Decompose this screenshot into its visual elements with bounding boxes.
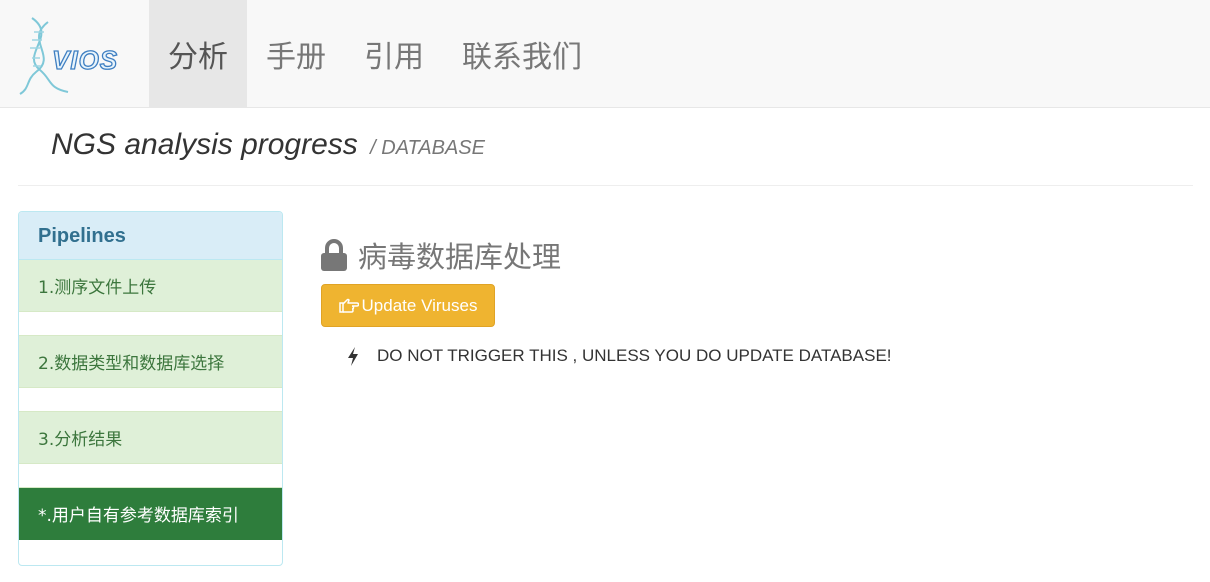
warning-text: DO NOT TRIGGER THIS , UNLESS YOU DO UPDA… xyxy=(377,346,892,365)
warning-message: DO NOT TRIGGER THIS , UNLESS YOU DO UPDA… xyxy=(346,346,892,366)
svg-text:VIOS: VIOS xyxy=(52,45,118,75)
nav-item-citation[interactable]: 引用 xyxy=(345,0,443,107)
pipelines-panel: Pipelines 1.测序文件上传 2.数据类型和数据库选择 3.分析结果 *… xyxy=(18,211,283,566)
hand-point-right-icon xyxy=(338,298,359,313)
step-data-type-selection[interactable]: 2.数据类型和数据库选择 xyxy=(19,336,282,388)
page-header: NGS analysis progress / DATABASE xyxy=(18,108,1193,186)
update-viruses-label: Update Viruses xyxy=(361,295,478,315)
step-spacer xyxy=(19,312,282,336)
main-nav: 分析 手册 引用 联系我们 xyxy=(149,0,601,107)
brand-logo[interactable]: VIOS xyxy=(18,14,134,96)
step-upload[interactable]: 1.测序文件上传 xyxy=(19,260,282,312)
section-title: 病毒数据库处理 xyxy=(320,234,561,276)
section-title-text: 病毒数据库处理 xyxy=(358,240,562,274)
nav-item-analysis[interactable]: 分析 xyxy=(149,0,247,107)
page-subtitle: / DATABASE xyxy=(370,137,485,159)
step-spacer xyxy=(19,464,282,488)
lock-icon xyxy=(321,239,347,271)
step-user-reference-index[interactable]: *.用户自有参考数据库索引 xyxy=(19,488,282,540)
nav-item-manual[interactable]: 手册 xyxy=(247,0,345,107)
page-title-text: NGS analysis progress xyxy=(51,128,358,161)
top-navbar: VIOS 分析 手册 引用 联系我们 xyxy=(0,0,1210,108)
dna-logo-icon: VIOS xyxy=(19,17,118,95)
page-title: NGS analysis progress / DATABASE xyxy=(51,128,485,162)
update-viruses-button[interactable]: Update Viruses xyxy=(321,284,495,327)
nav-item-contact[interactable]: 联系我们 xyxy=(443,0,601,107)
bolt-icon xyxy=(348,346,358,366)
step-spacer xyxy=(19,388,282,412)
pipelines-heading: Pipelines xyxy=(19,212,282,260)
step-analysis-results[interactable]: 3.分析结果 xyxy=(19,412,282,464)
